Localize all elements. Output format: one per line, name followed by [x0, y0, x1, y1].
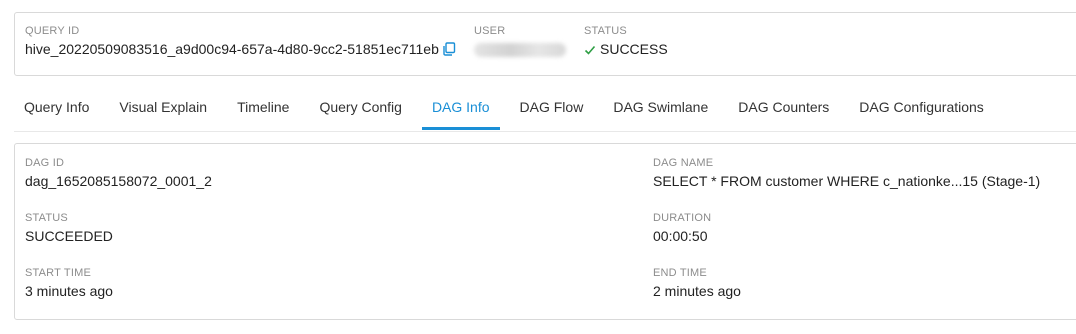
- tab-dag-counters[interactable]: DAG Counters: [728, 84, 839, 130]
- status-field: STATUS SUCCESS: [584, 25, 668, 59]
- tab-dag-swimlane[interactable]: DAG Swimlane: [603, 84, 718, 130]
- query-id-value-row: hive_20220509083516_a9d00c94-657a-4d80-9…: [25, 41, 456, 59]
- dag-id-label: DAG ID: [25, 157, 65, 169]
- tab-query-config[interactable]: Query Config: [309, 84, 411, 130]
- query-tabs: Query Info Visual Explain Timeline Query…: [14, 84, 1004, 130]
- duration-label: DURATION: [653, 212, 712, 224]
- tab-dag-info[interactable]: DAG Info: [421, 84, 500, 130]
- start-time-field: START TIME 3 minutes ago: [25, 267, 113, 299]
- check-icon: [584, 43, 596, 59]
- status-label: STATUS: [584, 25, 627, 37]
- status-value: SUCCESS: [600, 41, 668, 57]
- tab-timeline[interactable]: Timeline: [227, 84, 299, 130]
- tab-dag-flow[interactable]: DAG Flow: [510, 84, 594, 130]
- dag-status-field: STATUS SUCCEEDED: [25, 212, 113, 244]
- query-id-label: QUERY ID: [25, 25, 80, 37]
- dag-name-value: SELECT * FROM customer WHERE c_nationke.…: [653, 173, 1041, 189]
- end-time-field: END TIME 2 minutes ago: [653, 267, 741, 299]
- user-field: USER: [474, 25, 566, 57]
- end-time-label: END TIME: [653, 267, 707, 279]
- tab-query-info[interactable]: Query Info: [14, 84, 99, 130]
- query-header-card: QUERY ID hive_20220509083516_a9d00c94-65…: [14, 12, 1076, 76]
- status-value-row: SUCCESS: [584, 41, 668, 59]
- tab-dag-configurations[interactable]: DAG Configurations: [849, 84, 994, 130]
- dag-details-card: DAG ID dag_1652085158072_0001_2 DAG NAME…: [14, 143, 1076, 320]
- dag-status-label: STATUS: [25, 212, 68, 224]
- user-value-redacted: [474, 43, 566, 57]
- dag-name-field: DAG NAME SELECT * FROM customer WHERE c_…: [653, 157, 1040, 189]
- start-time-label: START TIME: [25, 267, 91, 279]
- dag-name-label: DAG NAME: [653, 157, 714, 169]
- dag-status-value: SUCCEEDED: [25, 228, 113, 244]
- end-time-value: 2 minutes ago: [653, 283, 741, 299]
- duration-field: DURATION 00:00:50: [653, 212, 711, 244]
- query-id-field: QUERY ID hive_20220509083516_a9d00c94-65…: [25, 25, 456, 59]
- query-id-value: hive_20220509083516_a9d00c94-657a-4d80-9…: [25, 41, 439, 57]
- dag-id-field: DAG ID dag_1652085158072_0001_2: [25, 157, 212, 189]
- duration-value: 00:00:50: [653, 228, 708, 244]
- dag-id-value: dag_1652085158072_0001_2: [25, 173, 212, 189]
- copy-icon[interactable]: [442, 42, 456, 59]
- tab-visual-explain[interactable]: Visual Explain: [109, 84, 217, 130]
- user-label: USER: [474, 25, 506, 37]
- start-time-value: 3 minutes ago: [25, 283, 113, 299]
- tabs-divider: [14, 131, 1076, 132]
